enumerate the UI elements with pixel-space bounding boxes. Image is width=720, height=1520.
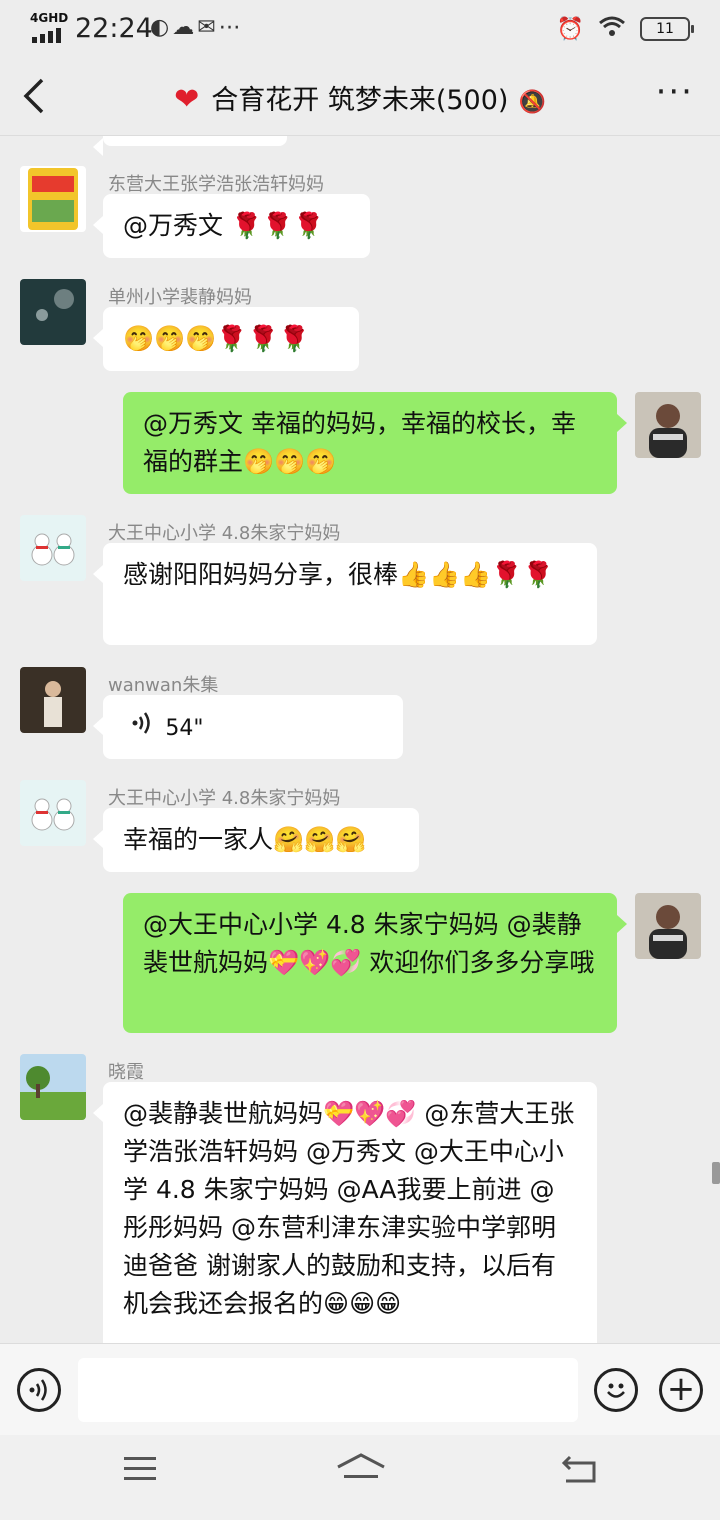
chat-header: ❤ 合育花开 筑梦未来(500) 🔕 ··· [0, 58, 720, 136]
avatar[interactable] [20, 166, 86, 232]
more-options-icon[interactable]: ··· [656, 72, 694, 112]
sender-name: 晓霞 [108, 1062, 144, 1083]
avatar[interactable] [20, 279, 86, 345]
avatar[interactable] [20, 780, 86, 846]
scrollbar[interactable] [712, 1162, 720, 1184]
emoji-icon[interactable] [594, 1368, 638, 1412]
sender-name: 东营大王张学浩张浩轩妈妈 [108, 174, 324, 195]
voice-input-icon[interactable] [17, 1368, 61, 1412]
message-bubble[interactable]: 感谢阳阳妈妈分享，很棒👍👍👍🌹🌹 [93, 543, 597, 645]
signal-bars-icon [32, 28, 61, 43]
message-bubble[interactable]: @万秀文 幸福的妈妈，幸福的校长，幸福的群主🤭🤭🤭 [123, 392, 627, 494]
sender-name: 单州小学裴静妈妈 [108, 287, 252, 308]
home-icon[interactable] [336, 1453, 386, 1495]
add-icon[interactable]: + [659, 1368, 703, 1412]
wifi-icon [598, 15, 626, 43]
chat-title: ❤ 合育花开 筑梦未来(500) 🔕 [0, 78, 720, 117]
message-bubble[interactable]: @裴静裴世航妈妈💝💖💞 @东营大王张学浩张浩轩妈妈 @万秀文 @大王中心小学 4… [93, 1082, 597, 1343]
message-bubble[interactable]: 幸福的一家人🤗🤗🤗 [93, 808, 419, 872]
group-name: 合育花开 筑梦未来(500) [211, 85, 509, 116]
notification-icons: ◐☁✉⋯ [150, 15, 244, 40]
clock: 22:24 [75, 13, 153, 44]
status-bar: 4GHD 22:24 ◐☁✉⋯ ⏰ 11 [0, 0, 720, 58]
battery-icon: 11 [640, 17, 694, 41]
menu-icon[interactable] [122, 1453, 158, 1491]
message-bubble[interactable]: 🤭🤭🤭🌹🌹🌹 [93, 307, 359, 371]
sender-name: 大王中心小学 4.8朱家宁妈妈 [108, 523, 341, 544]
alarm-icon: ⏰ [556, 16, 584, 42]
message-bubble[interactable]: @万秀文 🌹🌹🌹 [93, 194, 370, 258]
message-bubble[interactable]: @大王中心小学 4.8 朱家宁妈妈 @裴静裴世航妈妈💝💖💞 欢迎你们多多分享哦 [123, 893, 627, 1033]
voice-wave-icon [131, 712, 159, 740]
avatar[interactable] [635, 392, 701, 458]
avatar[interactable] [635, 893, 701, 959]
input-bar: + [0, 1343, 720, 1435]
mute-icon: 🔕 [518, 90, 546, 115]
voice-duration: 54" [165, 716, 204, 741]
message-input[interactable] [78, 1358, 578, 1422]
sender-name: 大王中心小学 4.8朱家宁妈妈 [108, 788, 341, 809]
avatar[interactable] [20, 667, 86, 733]
clipped-bubble [93, 136, 287, 156]
sender-name: wanwan朱集 [108, 675, 219, 696]
network-indicator: 4GHD [30, 11, 69, 25]
message-list[interactable]: 东营大王张学浩张浩轩妈妈 @万秀文 🌹🌹🌹 单州小学裴静妈妈 🤭🤭🤭🌹🌹🌹 @万… [0, 136, 720, 1343]
avatar[interactable] [20, 515, 86, 581]
back-nav-icon[interactable] [560, 1453, 600, 1495]
voice-message-bubble[interactable]: 54" [93, 695, 403, 759]
system-navigation [0, 1435, 720, 1520]
heart-icon: ❤ [174, 82, 200, 117]
avatar[interactable] [20, 1054, 86, 1120]
